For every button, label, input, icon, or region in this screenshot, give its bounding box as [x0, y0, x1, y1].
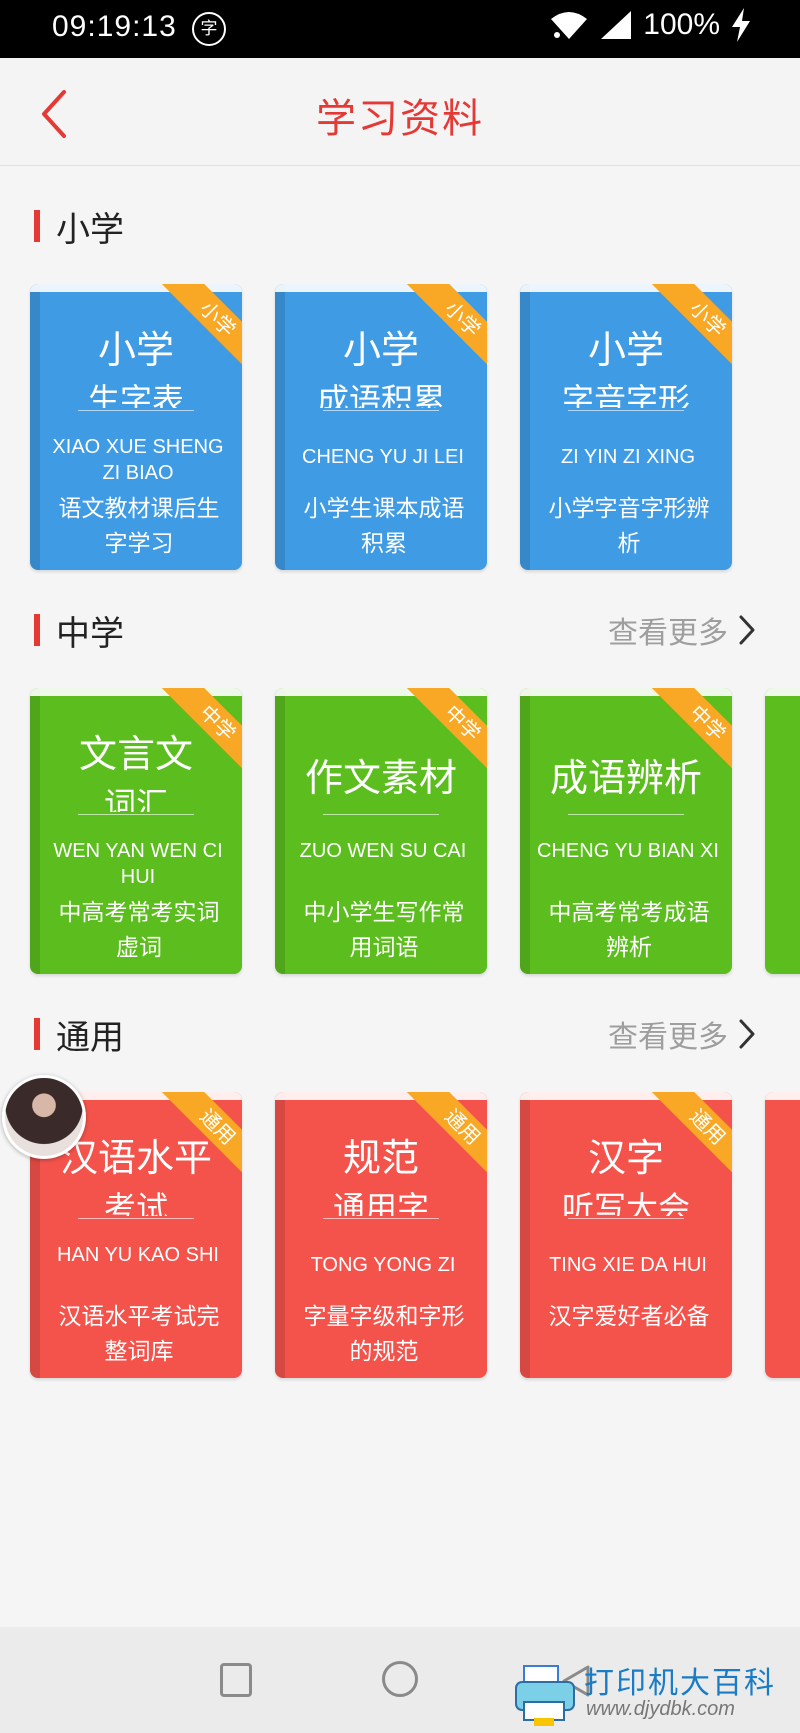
see-more-label: 查看更多: [608, 1020, 728, 1055]
divider: [568, 410, 684, 411]
page-title: 学习资料: [316, 96, 484, 142]
book-card[interactable]: 中学 文言文 词汇 WEN YAN WEN CI HUI 中高考常考实词虚词: [30, 688, 242, 974]
book-row-secondary: 中学 文言文 词汇 WEN YAN WEN CI HUI 中高考常考实词虚词 中…: [0, 688, 800, 978]
book-pinyin: XIAO XUE SHENG ZI BIAO: [52, 436, 224, 484]
book-row-primary: 小学 小学 生字表 XIAO XUE SHENG ZI BIAO 语文教材课后生…: [0, 284, 800, 574]
book-title: 文言文: [78, 732, 193, 776]
book-title: 小学: [97, 328, 174, 372]
section-header-secondary: 中学 查看更多: [0, 602, 800, 658]
section-accent-bar: [34, 614, 40, 646]
section-accent-bar: [34, 1018, 40, 1050]
book-spine: [520, 1092, 530, 1378]
status-indicators: 100%: [549, 8, 752, 42]
divider: [78, 410, 194, 411]
book-title: 小学: [342, 328, 419, 372]
book-spine: [275, 284, 285, 570]
book-card[interactable]: 通用 汉字 听写大会 TING XIE DA HUI 汉字爱好者必备: [520, 1092, 732, 1378]
divider: [568, 814, 684, 815]
book-subtitle: 字音字形: [561, 382, 690, 408]
book-title: 规范: [342, 1136, 419, 1180]
divider: [78, 814, 194, 815]
see-more-link[interactable]: 查看更多: [608, 1012, 758, 1056]
section-title: 小学: [56, 210, 124, 250]
book-card[interactable]: 中学 成语辨析 CHENG YU BIAN XI 中高考常考成语辨析: [520, 688, 732, 974]
book-subtitle: 词汇: [103, 786, 168, 812]
book-card[interactable]: 小学 小学 生字表 XIAO XUE SHENG ZI BIAO 语文教材课后生…: [30, 284, 242, 570]
battery-percent: 100%: [643, 8, 720, 41]
book-top-edge: [765, 1092, 800, 1100]
watermark-text: 打印机大百科: [584, 1666, 776, 1701]
book-spine: [520, 284, 530, 570]
section-accent-bar: [34, 210, 40, 242]
book-description: 语文教材课后生字学习: [58, 496, 220, 557]
recent-apps-button[interactable]: [220, 1663, 252, 1697]
book-card-partial[interactable]: [765, 1092, 800, 1378]
book-pinyin: ZI YIN ZI XING: [560, 446, 696, 468]
book-card[interactable]: 中学 作文素材 ZUO WEN SU CAI 中小学生写作常用词语: [275, 688, 487, 974]
book-pinyin: TING XIE DA HUI: [549, 1254, 707, 1276]
see-more-label: 查看更多: [608, 616, 728, 651]
book-card[interactable]: 通用 规范 通用字 TONG YONG ZI 字量字级和字形的规范: [275, 1092, 487, 1378]
divider: [323, 814, 439, 815]
book-spine: [275, 1092, 285, 1378]
see-more-link[interactable]: 查看更多: [608, 608, 758, 652]
book-pinyin: CHENG YU BIAN XI: [537, 840, 719, 862]
status-time: 09:19:13: [52, 10, 177, 43]
divider: [323, 1218, 439, 1219]
divider: [568, 1218, 684, 1219]
book-title: 小学: [587, 328, 664, 372]
divider: [78, 1218, 194, 1219]
section-header-general: 通用 查看更多: [0, 1006, 800, 1062]
book-pinyin: HAN YU KAO SHI: [57, 1244, 219, 1266]
book-description: 汉字爱好者必备: [548, 1304, 710, 1330]
status-bar: 09:19:13 字 100%: [0, 0, 800, 58]
watermark-url: www.djydbk.com: [586, 1698, 735, 1720]
book-pinyin: ZUO WEN SU CAI: [299, 840, 467, 862]
book-pinyin: TONG YONG ZI: [310, 1254, 456, 1276]
book-pinyin: CHENG YU JI LEI: [302, 446, 464, 468]
book-description: 中高考常考实词虚词: [58, 900, 220, 961]
book-subtitle: 考试: [103, 1190, 168, 1216]
watermark: 打印机大百科 www.djydbk.com: [514, 1656, 794, 1730]
book-spine: [275, 688, 285, 974]
book-spine: [30, 688, 40, 974]
book-subtitle: 听写大会: [561, 1190, 690, 1216]
book-subtitle: 通用字: [332, 1190, 429, 1216]
book-pinyin: WEN YAN WEN CI HUI: [53, 840, 223, 888]
book-description: 字量字级和字形的规范: [303, 1304, 465, 1365]
app-header: 学习资料: [0, 58, 800, 166]
chevron-right-icon: [739, 1019, 755, 1049]
wifi-icon: [551, 12, 588, 39]
app-notification-icon: 字: [192, 12, 226, 46]
book-spine: [30, 284, 40, 570]
book-title: 成语辨析: [549, 756, 702, 800]
charging-icon: [732, 8, 750, 42]
book-subtitle: 成语积累: [316, 382, 445, 408]
divider: [323, 410, 439, 411]
book-row-general: 通用 汉语水平 考试 HAN YU KAO SHI 汉语水平考试完整词库 通用 …: [0, 1092, 800, 1382]
chevron-right-icon: [739, 615, 755, 645]
home-button[interactable]: [382, 1661, 418, 1697]
book-card[interactable]: 小学 小学 成语积累 CHENG YU JI LEI 小学生课本成语积累: [275, 284, 487, 570]
section-title: 通用: [56, 1018, 124, 1058]
book-description: 汉语水平考试完整词库: [58, 1304, 220, 1365]
book-card-partial[interactable]: [765, 688, 800, 974]
book-description: 小学生课本成语积累: [303, 496, 465, 557]
book-card[interactable]: 小学 小学 字音字形 ZI YIN ZI XING 小学字音字形辨析: [520, 284, 732, 570]
book-description: 中高考常考成语辨析: [548, 900, 710, 961]
book-title: 汉字: [587, 1136, 664, 1180]
book-description: 小学字音字形辨析: [548, 496, 710, 557]
book-description: 中小学生写作常用词语: [303, 900, 465, 961]
cellular-signal-icon: [601, 11, 632, 39]
book-top-edge: [765, 688, 800, 696]
book-title: 作文素材: [304, 756, 457, 800]
floating-avatar[interactable]: [2, 1075, 86, 1159]
section-title: 中学: [56, 614, 124, 654]
book-spine: [520, 688, 530, 974]
section-header-primary: 小学: [0, 198, 800, 254]
book-subtitle: 生字表: [87, 382, 184, 408]
printer-logo-icon: [515, 1665, 575, 1726]
